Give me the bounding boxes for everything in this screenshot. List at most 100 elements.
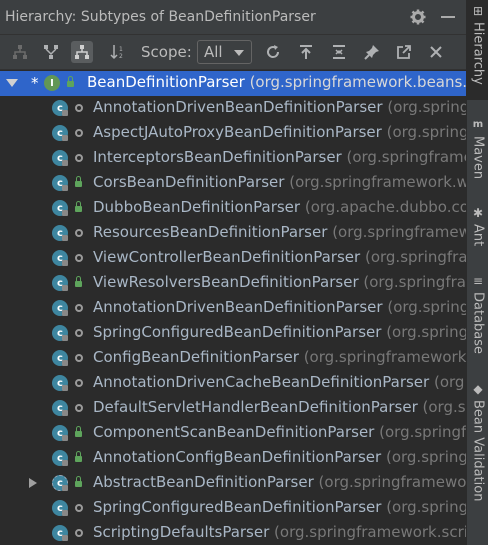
- scope-dropdown[interactable]: All: [197, 40, 252, 64]
- tree-row[interactable]: c AnnotationDrivenBeanDefinitionParser (o…: [0, 96, 466, 121]
- tree-item-label: DefaultServletHandlerBeanDefinitionParse…: [93, 398, 466, 416]
- final-overlay-icon: [62, 385, 68, 391]
- tree-row[interactable]: c ResourcesBeanDefinitionParser (org.spri…: [0, 221, 466, 246]
- export-button[interactable]: [393, 41, 415, 63]
- tree-item-label: AnnotationDrivenBeanDefinitionParser (or…: [93, 298, 466, 316]
- expand-all-icon: [333, 45, 345, 59]
- bean-validation-icon: ◆: [473, 382, 483, 396]
- public-modifier-icon: [75, 451, 82, 462]
- hierarchy-panel: Hierarchy: Subtypes of BeanDefinitionPar…: [0, 0, 466, 545]
- package-private-modifier-icon: [75, 304, 83, 312]
- type-hierarchy-button[interactable]: [40, 41, 62, 63]
- final-overlay-icon: [62, 460, 68, 466]
- final-overlay-icon: [62, 260, 68, 266]
- right-tool-window-bar: ⊞ Hierarchy m Maven ✱ Ant ≡ Database ◆ B…: [466, 0, 488, 545]
- package-private-modifier-icon: [75, 154, 83, 162]
- final-overlay-icon: [62, 510, 68, 516]
- tree-item-label: AnnotationDrivenBeanDefinitionParser (or…: [93, 98, 466, 116]
- database-icon: ≡: [472, 274, 484, 288]
- tree-row[interactable]: c AnnotationDrivenCacheBeanDefinitionPars…: [0, 371, 466, 396]
- supertypes-hierarchy-button[interactable]: [9, 41, 31, 63]
- minimize-icon[interactable]: [441, 16, 455, 18]
- tree-item-label: InterceptorsBeanDefinitionParser (org.sp…: [93, 148, 466, 166]
- tree-item-label: SpringConfiguredBeanDefinitionParser (or…: [93, 323, 466, 341]
- public-modifier-icon: [75, 476, 82, 487]
- export-icon: [397, 45, 411, 59]
- tree-item-label: ViewResolversBeanDefinitionParser (org.s…: [93, 273, 466, 291]
- tree-row[interactable]: c ComponentScanBeanDefinitionParser (org.…: [0, 421, 466, 446]
- final-overlay-icon: [62, 435, 68, 441]
- expand-arrow-icon[interactable]: [29, 478, 37, 488]
- tree-row[interactable]: c AnnotationConfigBeanDefinitionParser (o…: [0, 446, 466, 471]
- tree-row[interactable]: c ConfigBeanDefinitionParser (org.springf…: [0, 346, 466, 371]
- sidebar-tab-label: Bean Validation: [470, 400, 486, 502]
- tree-row[interactable]: c ViewControllerBeanDefinitionParser (org…: [0, 246, 466, 271]
- subtypes-hierarchy-button[interactable]: [71, 41, 93, 63]
- public-modifier-icon: [75, 201, 82, 212]
- svg-text:1: 1: [119, 46, 123, 53]
- sidebar-tab-maven[interactable]: m Maven: [467, 114, 488, 194]
- public-modifier-icon: [75, 276, 82, 287]
- package-private-modifier-icon: [75, 104, 83, 112]
- public-modifier-icon: [67, 76, 74, 87]
- package-private-modifier-icon: [75, 254, 83, 262]
- final-overlay-icon: [62, 185, 68, 191]
- ant-icon: ✱: [472, 206, 484, 220]
- tree-row[interactable]: c AbstractBeanDefinitionParser (org.sprin…: [0, 471, 466, 496]
- sidebar-tab-bean-validation[interactable]: ◆ Bean Validation: [467, 378, 488, 508]
- current-type-marker: *: [31, 74, 39, 92]
- tree-row[interactable]: c CorsBeanDefinitionParser (org.springfra…: [0, 171, 466, 196]
- sidebar-tab-hierarchy[interactable]: ⊞ Hierarchy: [467, 0, 488, 100]
- close-button[interactable]: [425, 41, 447, 63]
- package-private-modifier-icon: [75, 529, 83, 537]
- tree-item-label: AnnotationDrivenCacheBeanDefinitionParse…: [93, 373, 466, 391]
- tree-item-label: AnnotationConfigBeanDefinitionParser (or…: [93, 448, 466, 466]
- tree-item-label: ViewControllerBeanDefinitionParser (org.…: [93, 248, 466, 266]
- tree-row[interactable]: c AnnotationDrivenBeanDefinitionParser (o…: [0, 296, 466, 321]
- pin-tab-button[interactable]: [361, 41, 383, 63]
- chevron-down-icon: [234, 50, 244, 56]
- refresh-icon: [267, 45, 280, 58]
- tree-item-label: ConfigBeanDefinitionParser (org.springfr…: [93, 348, 466, 366]
- package-private-modifier-icon: [75, 229, 83, 237]
- hierarchy-tree[interactable]: * I BeanDefinitionParser (org.springfram…: [0, 70, 466, 545]
- tree-row[interactable]: c ScriptingDefaultsParser (org.springfram…: [0, 521, 466, 545]
- tree-row[interactable]: c AspectJAutoProxyBeanDefinitionParser (o…: [0, 121, 466, 146]
- tree-row[interactable]: c SpringConfiguredBeanDefinitionParser (o…: [0, 496, 466, 521]
- base-on-this-class-button[interactable]: [295, 41, 317, 63]
- final-overlay-icon: [62, 360, 68, 366]
- tree-row[interactable]: c ViewResolversBeanDefinitionParser (org.…: [0, 271, 466, 296]
- tree-row[interactable]: c DubboBeanDefinitionParser (org.apache.d…: [0, 196, 466, 221]
- scope-value: All: [204, 43, 223, 61]
- hierarchy-toolbar: 12 Scope: All: [0, 34, 466, 70]
- hierarchy-icon: ⊞: [472, 4, 484, 18]
- expand-all-button[interactable]: [328, 41, 350, 63]
- package-private-modifier-icon: [75, 129, 83, 137]
- expand-arrow-icon[interactable]: [6, 79, 18, 87]
- sort-alphabetically-button[interactable]: 12: [107, 41, 129, 63]
- close-icon: [430, 46, 442, 58]
- sidebar-tab-database[interactable]: ≡ Database: [467, 270, 488, 360]
- public-modifier-icon: [75, 426, 82, 437]
- gear-icon[interactable]: [410, 9, 426, 25]
- tree-row[interactable]: c SpringConfiguredBeanDefinitionParser (o…: [0, 321, 466, 346]
- package-private-modifier-icon: [75, 354, 83, 362]
- tree-item-label: ScriptingDefaultsParser (org.springframe…: [93, 523, 466, 541]
- pin-icon: [364, 45, 379, 60]
- tree-item-label: AspectJAutoProxyBeanDefinitionParser (or…: [93, 123, 466, 141]
- sidebar-tab-ant[interactable]: ✱ Ant: [467, 202, 488, 262]
- final-overlay-icon: [62, 110, 68, 116]
- final-overlay-icon: [62, 485, 68, 491]
- tree-row[interactable]: c InterceptorsBeanDefinitionParser (org.s…: [0, 146, 466, 171]
- sidebar-tab-label: Database: [470, 292, 486, 355]
- type-hierarchy-icon: [44, 45, 58, 59]
- tree-root-row[interactable]: * I BeanDefinitionParser (org.springfram…: [0, 71, 466, 96]
- package-private-modifier-icon: [75, 404, 83, 412]
- base-class-icon: [300, 45, 312, 59]
- final-overlay-icon: [62, 335, 68, 341]
- maven-icon: m: [472, 119, 484, 130]
- panel-title-bar: Hierarchy: Subtypes of BeanDefinitionPar…: [0, 0, 466, 34]
- refresh-button[interactable]: [262, 41, 284, 63]
- tree-item-label: BeanDefinitionParser (org.springframewor…: [87, 73, 466, 91]
- tree-row[interactable]: c DefaultServletHandlerBeanDefinitionPars…: [0, 396, 466, 421]
